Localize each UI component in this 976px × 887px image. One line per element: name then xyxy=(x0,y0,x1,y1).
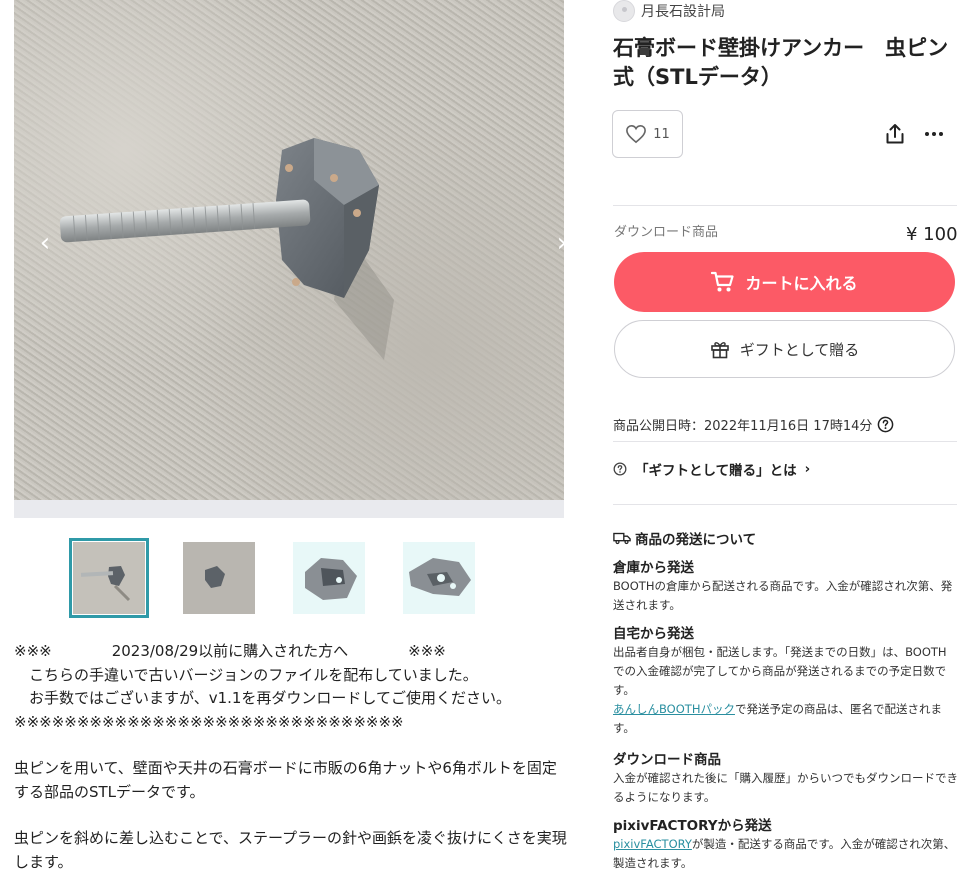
shop-name: 月長石設計局 xyxy=(641,4,725,20)
chevron-right-icon: › xyxy=(804,461,811,477)
product-type-label: ダウンロード商品 xyxy=(614,225,719,240)
shipping-self-title: 自宅から発送 xyxy=(613,626,694,642)
shipping-factory-title: pixivFACTORYから発送 xyxy=(613,818,772,834)
anchor-photo xyxy=(59,138,394,360)
shipping-download-title: ダウンロード商品 xyxy=(613,752,721,768)
gift-info-link[interactable]: 「ギフトとして贈る」とは › xyxy=(613,459,810,479)
published-date-text: 商品公開日時：2022年11月16日 17時14分 xyxy=(613,419,873,434)
thumbnail-1[interactable] xyxy=(69,538,149,618)
thumbnail-render-side xyxy=(403,542,475,614)
product-description: ※※※ 2023/08/29以前に購入された方へ ※※※ こちらの手違いで古いバ… xyxy=(14,640,569,874)
shop-avatar xyxy=(613,0,635,22)
share-icon[interactable] xyxy=(883,122,907,146)
thumbnail-2[interactable] xyxy=(179,538,259,618)
help-icon[interactable] xyxy=(877,416,894,433)
price: ¥ 100 xyxy=(906,224,958,245)
prev-image-button[interactable]: ‹ xyxy=(30,226,60,260)
shipping-warehouse-body: BOOTHの倉庫から配送される商品です。入金が確認され次第、発送されます。 xyxy=(613,579,953,612)
like-count: 11 xyxy=(653,126,670,142)
description-paragraph-1: 虫ピンを用いて、壁面や天井の石膏ボードに市販の6角ナットや6角ボルトを固定する部… xyxy=(14,759,557,801)
shipping-self-text: 出品者自身が梱包・配送します。「発送までの日数」は、BOOTHでの入金確認が完了… xyxy=(613,645,947,697)
anshin-booth-pack-link[interactable]: あんしんBOOTHパック xyxy=(613,702,735,716)
product-main-image[interactable]: ‹ › xyxy=(14,0,564,500)
shop-link[interactable]: 月長石設計局 xyxy=(613,0,725,22)
more-options-icon[interactable] xyxy=(922,122,946,146)
gift-info-text: 「ギフトとして贈る」とは xyxy=(635,463,797,479)
published-date: 商品公開日時：2022年11月16日 17時14分 xyxy=(613,415,894,434)
shipping-self-body: 出品者自身が梱包・配送します。「発送までの日数」は、BOOTHでの入金確認が完了… xyxy=(613,643,958,738)
shipping-warehouse: 倉庫から発送 BOOTHの倉庫から配送される商品です。入金が確認され次第、発送さ… xyxy=(613,559,958,615)
gift-button[interactable]: ギフトとして贈る xyxy=(614,320,955,378)
add-to-cart-label: カートに入れる xyxy=(745,274,858,293)
cart-icon xyxy=(711,271,735,292)
divider xyxy=(613,441,957,442)
thumbnail-render-front xyxy=(293,542,365,614)
shipping-download-body: 入金が確認された後に「購入履歴」からいつでもダウンロードできるようになります。 xyxy=(613,771,958,804)
gift-icon xyxy=(710,342,729,359)
shipping-self: 自宅から発送 出品者自身が梱包・配送します。「発送までの日数」は、BOOTHでの… xyxy=(613,625,958,738)
thumbnail-4[interactable] xyxy=(399,538,479,618)
question-icon xyxy=(613,462,627,476)
shipping-factory-body: pixivFACTORYが製造・配送する商品です。入金が確認され次第、製造されま… xyxy=(613,835,958,873)
truck-icon xyxy=(613,532,631,545)
image-footer-bar xyxy=(14,500,564,518)
shipping-warehouse-title: 倉庫から発送 xyxy=(613,560,694,576)
like-button[interactable]: 11 xyxy=(612,110,683,158)
pixiv-factory-link[interactable]: pixivFACTORY xyxy=(613,837,692,851)
notice-line-2: こちらの手違いで古いバージョンのファイルを配布していました。 xyxy=(14,665,478,684)
product-title: 石膏ボード壁掛けアンカー 虫ピン式（STLデータ） xyxy=(613,36,949,89)
shipping-heading: 商品の発送について xyxy=(613,528,756,548)
notice-line-4: ※※※※※※※※※※※※※※※※※※※※※※※※※※※※※※※ xyxy=(14,712,404,731)
thumbnail-photo-bolt xyxy=(73,542,145,614)
divider xyxy=(613,205,957,206)
next-image-button[interactable]: › xyxy=(547,226,564,260)
notice-line-3: お手数ではございますが、v1.1を再ダウンロードしてご使用ください。 xyxy=(14,689,511,707)
add-to-cart-button[interactable]: カートに入れる xyxy=(614,252,955,312)
thumbnail-photo-wall xyxy=(183,542,255,614)
thumbnail-3[interactable] xyxy=(289,538,369,618)
shipping-heading-text: 商品の発送について xyxy=(635,532,757,548)
shipping-factory: pixivFACTORYから発送 pixivFACTORYが製造・配送する商品で… xyxy=(613,817,958,873)
gift-button-label: ギフトとして贈る xyxy=(739,340,860,359)
heart-icon xyxy=(626,124,647,144)
notice-line-1: ※※※ 2023/08/29以前に購入された方へ ※※※ xyxy=(14,642,446,660)
shipping-download: ダウンロード商品 入金が確認された後に「購入履歴」からいつでもダウンロードできる… xyxy=(613,751,958,807)
description-paragraph-2: 虫ピンを斜めに差し込むことで、ステープラーの針や画鋲を凌ぐ抜けにくさを実現します… xyxy=(14,829,567,871)
divider xyxy=(613,504,957,505)
